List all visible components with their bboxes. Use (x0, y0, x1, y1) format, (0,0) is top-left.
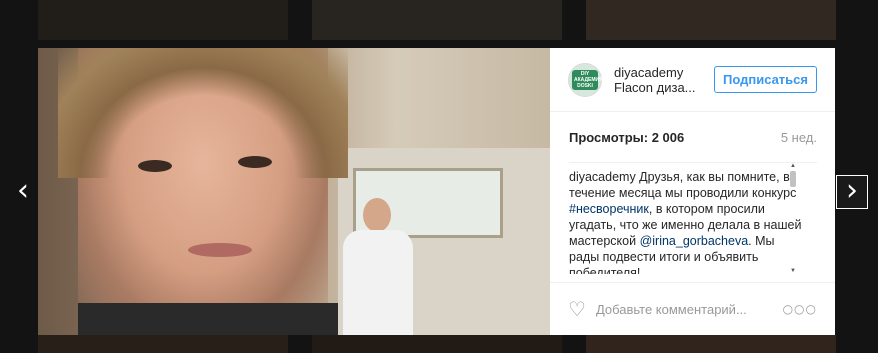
hashtag-link[interactable]: #несворечник (569, 202, 649, 216)
caption-author-link[interactable]: diyacademy (569, 170, 636, 184)
caption-area[interactable]: diyacademy Друзья, как вы помните, в теч… (569, 162, 817, 274)
video-person-hair (58, 48, 348, 178)
previous-post-button[interactable]: ‹ (8, 176, 38, 210)
username-link[interactable]: diyacademy (614, 65, 714, 80)
avatar-logo: DIY АКАДЕМИЯ DOSKI (572, 69, 603, 90)
next-post-button[interactable]: › (836, 175, 868, 209)
post-stats: Просмотры: 2 006 5 нед. (569, 130, 817, 145)
scroll-up-arrow-icon[interactable]: ▲ (789, 162, 797, 170)
follow-button[interactable]: Подписаться (713, 66, 817, 93)
location-link[interactable]: Flacon диза... (614, 80, 714, 95)
post-video[interactable] (38, 48, 550, 335)
more-options-icon[interactable]: ○○○ (783, 302, 817, 316)
chevron-right-icon: › (846, 173, 858, 208)
scroll-down-arrow-icon[interactable]: ▼ (789, 267, 797, 275)
comment-bar: ♡ ○○○ (550, 282, 835, 335)
user-info: diyacademy Flacon диза... (614, 65, 714, 95)
post-age[interactable]: 5 нед. (781, 130, 817, 145)
avatar[interactable]: DIY АКАДЕМИЯ DOSKI (568, 62, 603, 97)
view-count: Просмотры: 2 006 (569, 130, 685, 145)
chevron-left-icon: ‹ (17, 173, 29, 208)
post-header: DIY АКАДЕМИЯ DOSKI diyacademy Flacon диз… (550, 48, 835, 112)
video-person-background (338, 198, 418, 335)
mention-link[interactable]: @irina_gorbacheva (640, 234, 749, 248)
post-modal: DIY АКАДЕМИЯ DOSKI diyacademy Flacon диз… (38, 48, 835, 335)
caption-text: diyacademy Друзья, как вы помните, в теч… (569, 170, 802, 274)
comment-input[interactable] (595, 301, 783, 317)
caption-scrollbar[interactable]: ▲ ▼ (789, 162, 797, 275)
heart-icon[interactable]: ♡ (568, 297, 586, 321)
scrollbar-thumb[interactable] (790, 171, 796, 187)
